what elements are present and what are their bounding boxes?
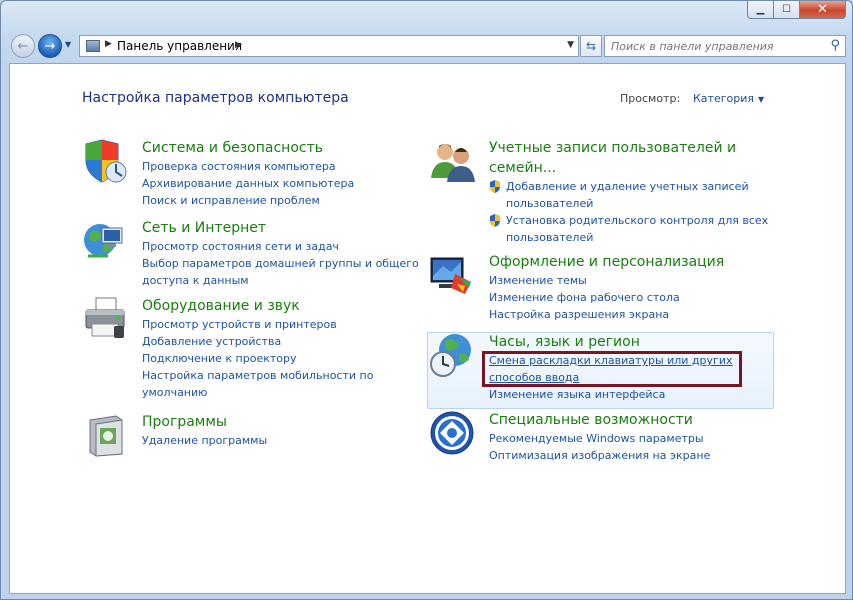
link-display-language[interactable]: Изменение языка интерфейса bbox=[489, 386, 733, 403]
search-input[interactable] bbox=[611, 38, 821, 54]
category-title-cont[interactable]: семейн... bbox=[489, 158, 768, 178]
link-mobility-cont[interactable]: умолчанию bbox=[142, 384, 373, 401]
link-parental-controls[interactable]: Установка родительского контроля для все… bbox=[489, 212, 768, 229]
ease-of-access-icon[interactable] bbox=[429, 410, 475, 456]
category-title[interactable]: Сеть и Интернет bbox=[142, 218, 419, 238]
minimize-button[interactable]: ▁ bbox=[747, 1, 774, 19]
address-bar[interactable]: ▶ Панель управления ▶ ▼ bbox=[79, 35, 579, 57]
navigation-bar: ← → ▼ ▶ Панель управления ▶ ▼ ⇆ ⚲ bbox=[9, 32, 846, 60]
link-check-status[interactable]: Проверка состояния компьютера bbox=[142, 158, 354, 175]
refresh-icon: ⇆ bbox=[585, 39, 597, 53]
link-homegroup-cont[interactable]: доступа к данным bbox=[142, 272, 419, 289]
address-dropdown-icon[interactable]: ▼ bbox=[567, 40, 574, 50]
category-title[interactable]: Специальные возможности bbox=[489, 410, 710, 430]
control-panel-icon bbox=[86, 40, 100, 52]
uac-shield-icon bbox=[490, 214, 500, 227]
link-add-remove-accounts-cont[interactable]: пользователей bbox=[489, 195, 768, 212]
appearance-monitor-icon[interactable] bbox=[429, 252, 475, 298]
category-title[interactable]: Система и безопасность bbox=[142, 138, 354, 158]
link-parental-controls-cont[interactable]: пользователей bbox=[489, 229, 768, 246]
link-optimize-display[interactable]: Оптимизация изображения на экране bbox=[489, 447, 710, 464]
control-panel-window: ▁ ☐ ✕ ← → ▼ ▶ Панель управления ▶ ▼ ⇆ ⚲ … bbox=[0, 0, 853, 600]
recent-pages-dropdown[interactable]: ▼ bbox=[65, 40, 71, 49]
forward-button[interactable]: → bbox=[38, 34, 62, 58]
forward-arrow-icon: → bbox=[44, 38, 56, 54]
category-title[interactable]: Программы bbox=[142, 412, 267, 432]
link-devices-printers[interactable]: Просмотр устройств и принтеров bbox=[142, 316, 373, 333]
dropdown-caret-icon: ▼ bbox=[757, 95, 765, 104]
uac-shield-icon bbox=[490, 180, 500, 193]
link-homegroup[interactable]: Выбор параметров домашней группы и общег… bbox=[142, 255, 419, 272]
network-globe-icon[interactable] bbox=[82, 218, 128, 264]
printer-icon[interactable] bbox=[82, 296, 128, 342]
link-recommended-settings[interactable]: Рекомендуемые Windows параметры bbox=[489, 430, 710, 447]
clock-globe-icon[interactable] bbox=[429, 332, 475, 378]
link-uninstall[interactable]: Удаление программы bbox=[142, 432, 267, 449]
link-add-device[interactable]: Добавление устройства bbox=[142, 333, 373, 350]
back-arrow-icon: ← bbox=[17, 38, 29, 54]
view-by-value: Категория bbox=[693, 92, 754, 105]
link-screen-resolution[interactable]: Настройка разрешения экрана bbox=[489, 306, 724, 323]
refresh-button[interactable]: ⇆ bbox=[580, 35, 602, 57]
breadcrumb-control-panel[interactable]: Панель управления bbox=[117, 39, 242, 53]
back-button[interactable]: ← bbox=[11, 34, 35, 58]
link-troubleshoot[interactable]: Поиск и исправление проблем bbox=[142, 192, 354, 209]
link-add-remove-accounts[interactable]: Добавление и удаление учетных записей bbox=[489, 178, 768, 195]
link-connect-projector[interactable]: Подключение к проектору bbox=[142, 350, 373, 367]
link-mobility[interactable]: Настройка параметров мобильности по bbox=[142, 367, 373, 384]
page-title: Настройка параметров компьютера bbox=[82, 90, 349, 106]
maximize-button[interactable]: ☐ bbox=[774, 1, 800, 19]
search-icon[interactable]: ⚲ bbox=[830, 38, 840, 53]
close-button[interactable]: ✕ bbox=[800, 1, 846, 19]
category-title[interactable]: Часы, язык и регион bbox=[489, 332, 733, 352]
view-by-dropdown[interactable]: Категория ▼ bbox=[693, 92, 764, 105]
caption-buttons: ▁ ☐ ✕ bbox=[747, 1, 846, 19]
link-text: Добавление и удаление учетных записей bbox=[506, 180, 749, 193]
link-change-background[interactable]: Изменение фона рабочего стола bbox=[489, 289, 724, 306]
programs-box-icon[interactable] bbox=[82, 412, 128, 458]
annotation-highlight-box bbox=[482, 351, 742, 387]
breadcrumb-chevron-icon[interactable]: ▶ bbox=[235, 40, 242, 50]
content-pane: Настройка параметров компьютера Просмотр… bbox=[9, 63, 846, 594]
link-backup[interactable]: Архивирование данных компьютера bbox=[142, 175, 354, 192]
category-title[interactable]: Учетные записи пользователей и bbox=[489, 138, 768, 158]
link-change-theme[interactable]: Изменение темы bbox=[489, 272, 724, 289]
link-text: Установка родительского контроля для все… bbox=[506, 214, 769, 227]
users-icon[interactable] bbox=[429, 138, 475, 184]
category-title[interactable]: Оборудование и звук bbox=[142, 296, 373, 316]
category-title[interactable]: Оформление и персонализация bbox=[489, 252, 724, 272]
link-network-status[interactable]: Просмотр состояния сети и задач bbox=[142, 238, 419, 255]
security-shield-icon[interactable] bbox=[82, 138, 128, 184]
search-box[interactable]: ⚲ bbox=[604, 35, 846, 57]
view-by-label: Просмотр: bbox=[620, 92, 681, 105]
breadcrumb-chevron-icon[interactable]: ▶ bbox=[105, 39, 112, 49]
